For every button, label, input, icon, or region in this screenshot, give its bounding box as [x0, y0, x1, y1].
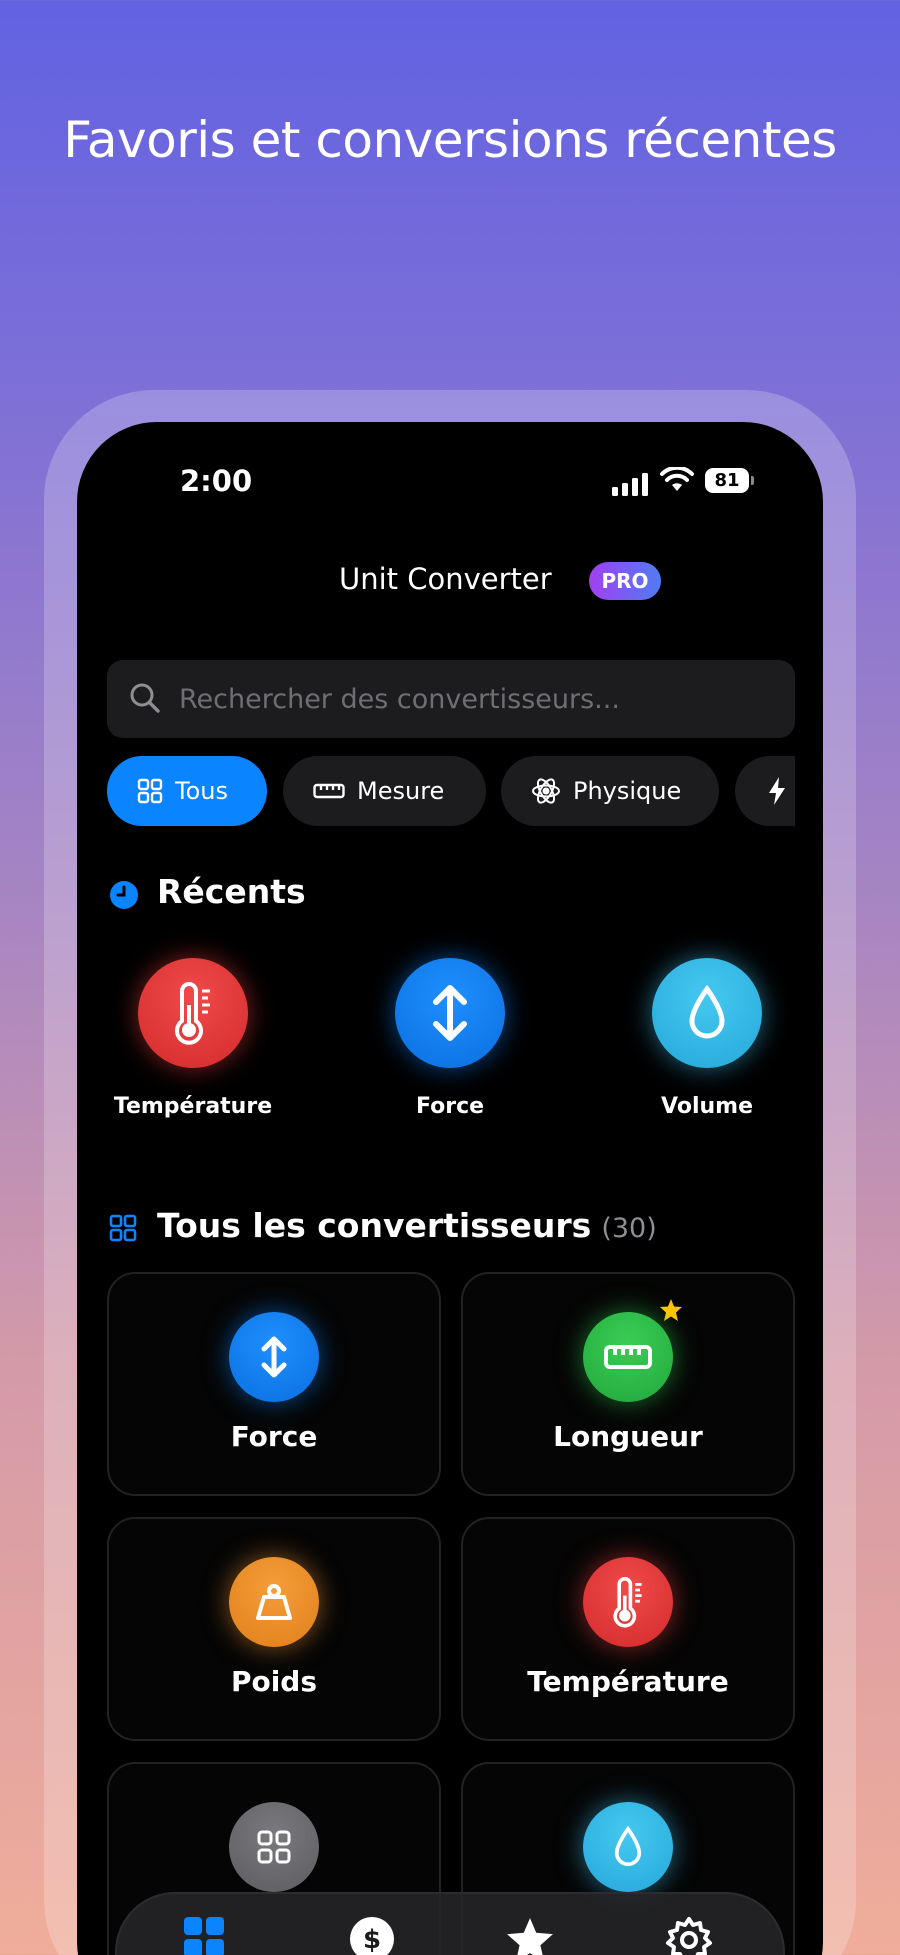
- ruler-icon: [313, 782, 345, 800]
- ruler-icon: [583, 1312, 673, 1402]
- recent-force[interactable]: Force: [335, 958, 565, 1119]
- recent-label: Température: [113, 1094, 273, 1119]
- chip-label: Physique: [573, 777, 682, 805]
- card-label: Température: [527, 1665, 729, 1698]
- search-icon: [130, 683, 160, 713]
- search-input[interactable]: [179, 660, 769, 738]
- drop-icon: [583, 1802, 673, 1892]
- battery-indicator: 81: [705, 468, 754, 493]
- headline: Favoris et conversions récentes: [63, 111, 837, 169]
- converter-card-temperature[interactable]: Température: [461, 1517, 795, 1741]
- all-title-text: Tous les convertisseurs: [157, 1206, 592, 1245]
- category-chips: Tous Mesure Physique: [107, 756, 795, 828]
- card-label: Force: [230, 1420, 318, 1453]
- svg-text:$: $: [363, 1925, 381, 1955]
- thermometer-icon: [583, 1557, 673, 1647]
- star-icon: [507, 1918, 553, 1955]
- recent-volume[interactable]: Volume: [592, 958, 822, 1119]
- weight-icon: [229, 1557, 319, 1647]
- chip-mesure[interactable]: Mesure: [283, 756, 486, 826]
- grid-icon: [137, 778, 163, 804]
- recents-title: Récents: [157, 872, 306, 911]
- cellular-signal-icon: [612, 472, 648, 496]
- grid-icon: [229, 1802, 319, 1892]
- grid-icon: [184, 1917, 224, 1955]
- chip-label: Tous: [175, 777, 228, 805]
- thermometer-icon: [138, 958, 248, 1068]
- card-label: Longueur: [553, 1420, 703, 1453]
- tab-bar: $: [115, 1892, 785, 1955]
- tab-favorites[interactable]: [505, 1916, 555, 1955]
- converter-card-force[interactable]: Force: [107, 1272, 441, 1496]
- clock-icon: [110, 881, 138, 909]
- recent-label: Force: [415, 1094, 485, 1119]
- card-label: Poids: [230, 1665, 318, 1698]
- chip-physique[interactable]: Physique: [501, 756, 719, 826]
- arrows-updown-icon: [229, 1312, 319, 1402]
- search-bar[interactable]: [107, 660, 795, 738]
- dollar-icon: $: [350, 1917, 394, 1955]
- chip-tous[interactable]: Tous: [107, 756, 267, 826]
- recent-label: Volume: [661, 1094, 753, 1119]
- status-time: 2:00: [180, 464, 253, 498]
- converter-count: (30): [601, 1213, 657, 1244]
- pro-badge[interactable]: PRO: [589, 562, 661, 600]
- phone-screen: 2:00 81 Unit Converter PRO Tous: [77, 422, 823, 1955]
- grid-icon: [109, 1214, 137, 1242]
- chip-label: Mesure: [357, 777, 445, 805]
- recent-temperature[interactable]: Température: [78, 958, 308, 1119]
- atom-icon: [531, 776, 561, 806]
- arrows-updown-icon: [395, 958, 505, 1068]
- tab-currency[interactable]: $: [349, 1916, 395, 1955]
- converter-card-poids[interactable]: Poids: [107, 1517, 441, 1741]
- tab-converters[interactable]: [183, 1916, 225, 1955]
- bolt-icon: [767, 776, 787, 806]
- status-bar: 2:00 81: [77, 464, 823, 504]
- converter-card-longueur[interactable]: Longueur: [461, 1272, 795, 1496]
- drop-icon: [652, 958, 762, 1068]
- app-title: Unit Converter: [339, 562, 552, 596]
- tab-settings[interactable]: [665, 1916, 713, 1955]
- chip-energie[interactable]: [735, 756, 795, 826]
- wifi-icon: [660, 467, 694, 491]
- gear-icon: [666, 1917, 712, 1955]
- favorite-star-icon: [660, 1299, 682, 1321]
- all-converters-title: Tous les convertisseurs (30): [157, 1206, 657, 1245]
